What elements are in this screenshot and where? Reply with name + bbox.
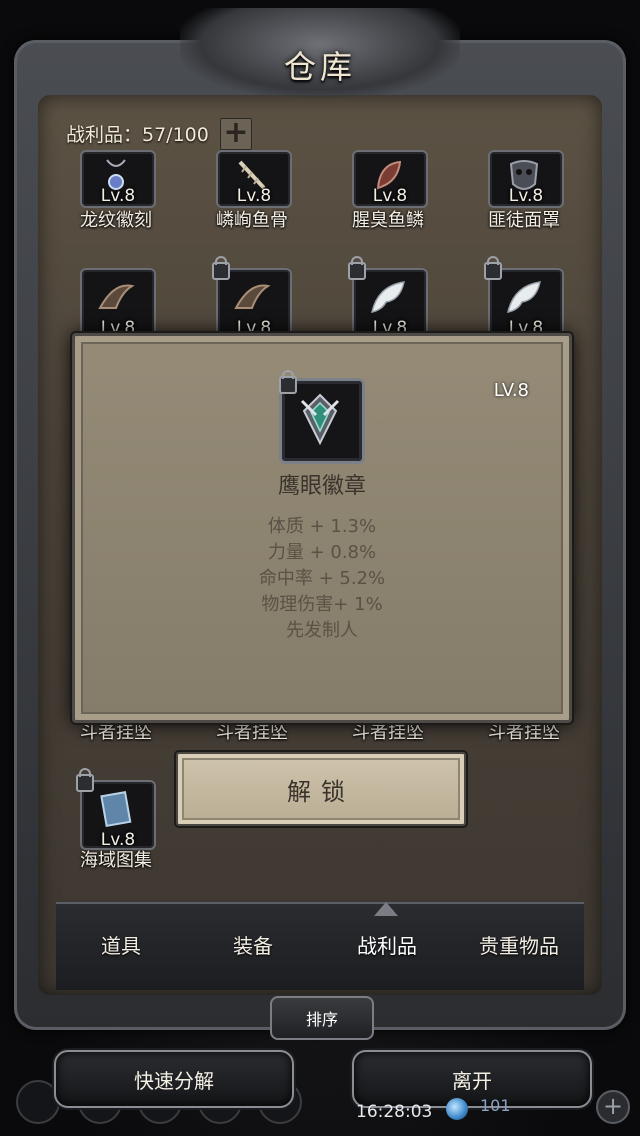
item-detail-tooltip: LV.8 鹰眼徽章 体质 + 1.3% 力量 + 0.8% 命中率 + 5.2%… [72,333,572,723]
expand-capacity-button[interactable]: + [220,118,252,150]
item-name: 嶙峋鱼骨 [216,210,288,231]
sort-button[interactable]: 排序 [270,996,374,1040]
claw-icon [96,278,136,318]
item-detail-stats: 体质 + 1.3% 力量 + 0.8% 命中率 + 5.2% 物理伤害+ 1% … [75,514,569,644]
lock-icon [348,256,366,280]
item-slot[interactable]: Lv.8 [80,268,156,338]
lock-icon [484,256,502,280]
leave-button[interactable]: 离开 [352,1050,592,1108]
item-detail-name: 鹰眼徽章 [277,474,366,499]
tab-loot[interactable]: 战利品 [322,930,452,959]
lock-icon [279,370,297,394]
item-detail-level: LV.8 [493,380,529,401]
gem-count: 101 [480,1096,511,1115]
loot-capacity: 战利品：57/100 [66,124,209,146]
stat-line: 物理伤害+ 1% [261,594,383,615]
stat-line: 命中率 + 5.2% [258,568,386,589]
item-slot[interactable]: Lv.8 [348,256,428,338]
lock-icon [212,256,230,280]
tab-props[interactable]: 道具 [56,930,186,959]
book-icon [96,790,136,830]
tab-valuables[interactable]: 贵重物品 [454,930,584,959]
claw-icon [232,278,272,318]
wing-icon [368,278,408,318]
item-name: 龙纹徽刻 [80,210,152,231]
item-slot[interactable]: Lv.8 [212,256,292,338]
item-name: 匪徒面罩 [488,210,560,231]
lock-icon [76,768,94,792]
stat-line: 力量 + 0.8% [267,542,377,563]
hawkeye-badge-icon [300,393,340,445]
tab-equipment[interactable]: 装备 [188,930,318,959]
item-name: 腥臭鱼鳞 [352,210,424,231]
wing-icon [504,278,544,318]
gem-icon [446,1098,468,1120]
item-name: 海域图集 [80,850,152,871]
clock: 16:28:03 [356,1102,433,1122]
quick-decompose-button[interactable]: 快速分解 [54,1050,294,1108]
stat-line: 体质 + 1.3% [267,516,377,537]
stat-line: 先发制人 [286,620,358,641]
page-title: 仓库 [283,48,356,86]
item-detail-slot [279,370,365,464]
unlock-button[interactable]: 解锁 [176,752,466,826]
item-slot[interactable]: Lv.8 [76,768,156,850]
item-slot[interactable]: Lv.8 [484,256,564,338]
add-gem-button[interactable]: + [596,1090,630,1124]
